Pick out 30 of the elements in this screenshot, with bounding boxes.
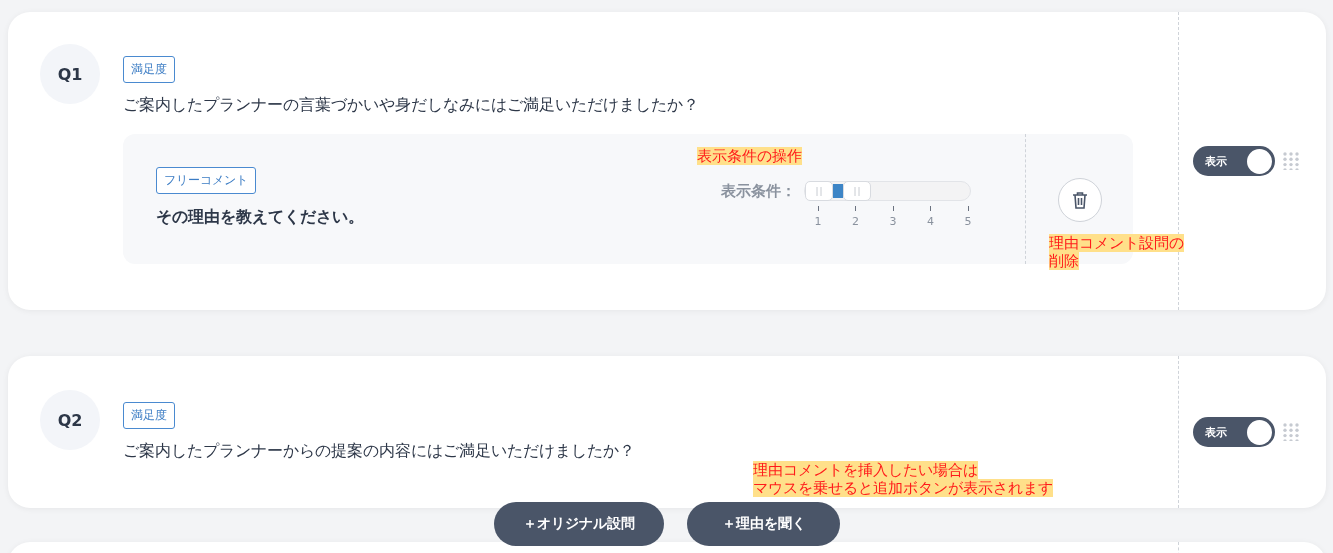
question-number: Q1 [40, 44, 100, 104]
question-type-tag: 満足度 [123, 402, 175, 429]
annotation-note: 理由コメント設問の [1049, 234, 1184, 252]
annotation-note: 理由コメントを挿入したい場合は [753, 461, 978, 479]
add-button[interactable]: ＋オリジナル設問 [494, 502, 664, 546]
annotation-note: 削除 [1049, 252, 1079, 270]
condition-label: 表示条件： [721, 182, 796, 201]
scale-label: 5 [964, 215, 972, 228]
scale-label: 2 [852, 215, 859, 228]
scale-label: 1 [814, 215, 822, 228]
scale-label: 3 [889, 215, 897, 228]
question-number: Q2 [40, 390, 100, 450]
question-type-tag: 満足度 [123, 56, 175, 83]
visibility-toggle[interactable]: 表示 [1193, 146, 1275, 176]
drag-handle-icon[interactable] [1283, 423, 1299, 441]
question-text: ご案内したプランナーからの提案の内容にはご満足いただけましたか？ [123, 441, 636, 462]
visibility-toggle[interactable]: 表示 [1193, 417, 1275, 447]
annotation-note: マウスを乗せると追加ボタンが表示されます [753, 479, 1053, 497]
trash-icon [1071, 191, 1088, 209]
slider-handle[interactable] [842, 181, 871, 201]
question-text: ご案内したプランナーの言葉づかいや身だしなみにはご満足いただけましたか？ [123, 95, 700, 116]
annotation-note: 表示条件の操作 [697, 147, 802, 165]
delete-button[interactable] [1057, 178, 1102, 222]
question-type-tag: フリーコメント [156, 167, 256, 194]
slider-handle[interactable] [805, 181, 833, 201]
scale-label: 4 [927, 215, 934, 228]
drag-handle-icon[interactable] [1283, 152, 1299, 170]
condition-slider[interactable] [804, 181, 971, 201]
add-button[interactable]: ＋理由を聞く [687, 502, 840, 546]
reason-question-text: その理由を教えてください。 [156, 207, 365, 228]
